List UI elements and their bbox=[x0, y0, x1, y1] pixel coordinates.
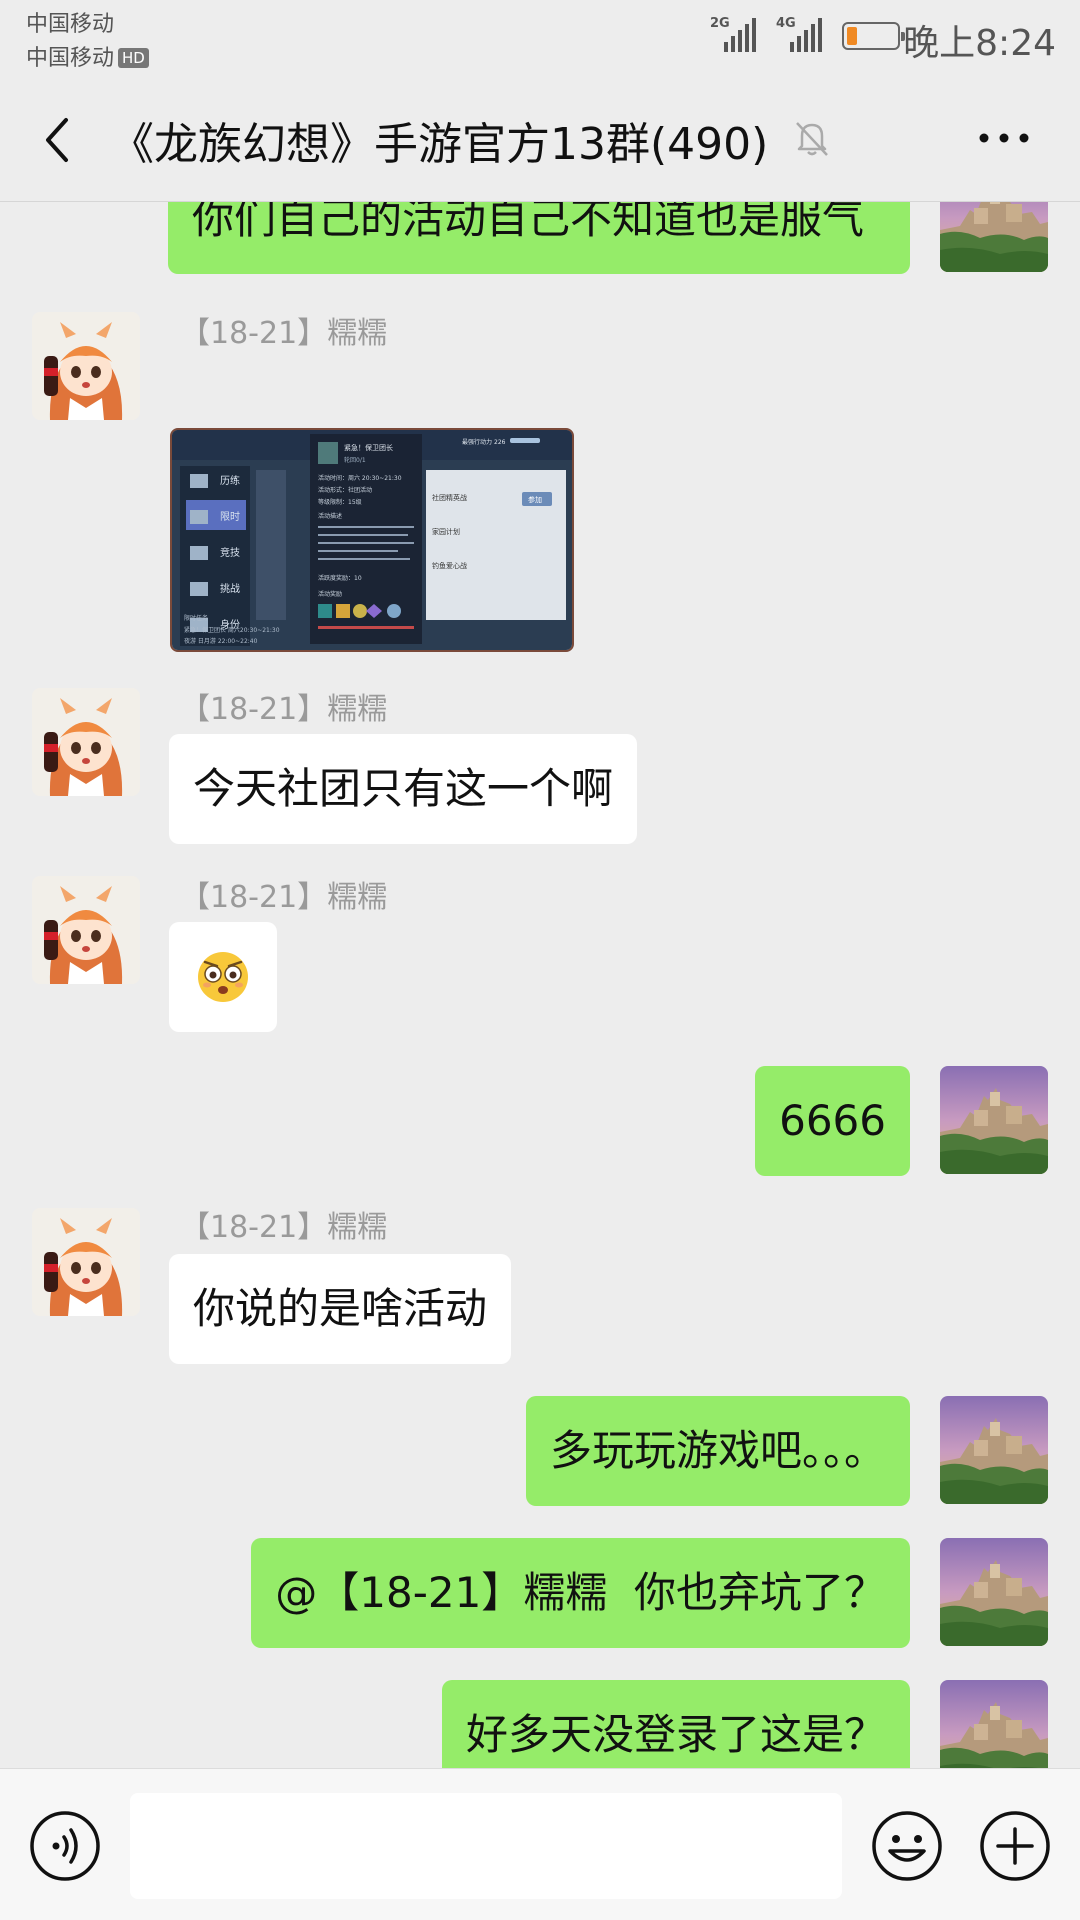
message-bubble-outgoing[interactable]: 好多天没登录了这是？ bbox=[441, 1680, 910, 1768]
game-menu-item: 限时 bbox=[220, 511, 240, 523]
anime-girl-avatar-image bbox=[32, 876, 140, 984]
game-join-button: 参加 bbox=[528, 495, 542, 504]
status-bar: 中国移动 中国移动 HD 2G 4G 晚上8:24 bbox=[0, 0, 1080, 80]
game-event-name: 社团精英战 bbox=[432, 493, 467, 502]
game-popup-row: 活动描述 bbox=[318, 512, 342, 520]
avatar[interactable] bbox=[940, 1396, 1048, 1504]
chat-title: 《龙族幻想》手游官方13群(490) bbox=[110, 119, 769, 170]
message-text: 你说的是啥活动 bbox=[193, 1284, 488, 1333]
carrier-label-1: 中国移动 bbox=[26, 12, 115, 37]
game-bottom-line: 限时任务 bbox=[184, 614, 208, 622]
landscape-avatar-image bbox=[940, 1538, 1048, 1646]
message-bubble-outgoing[interactable]: @【18-21】糯糯 你也弃坑了？ bbox=[251, 1538, 910, 1648]
more-button[interactable] bbox=[972, 116, 1036, 160]
carrier-label-2: 中国移动 HD bbox=[26, 40, 149, 72]
game-popup-row: 活动时间：周六 20:30~21:30 bbox=[318, 474, 402, 482]
battery-level bbox=[847, 27, 857, 45]
plus-icon bbox=[980, 1811, 1050, 1881]
landscape-avatar-image bbox=[940, 202, 1048, 272]
input-bar bbox=[0, 1768, 1080, 1920]
back-button[interactable] bbox=[30, 110, 90, 170]
message-bubble-incoming[interactable]: 你说的是啥活动 bbox=[169, 1254, 512, 1364]
message-text: @【18-21】糯糯 你也弃坑了？ bbox=[275, 1568, 886, 1617]
game-popup-row: 活动形式：社团活动 bbox=[318, 486, 372, 494]
clock: 晚上8:24 bbox=[903, 23, 1056, 64]
voice-button[interactable] bbox=[28, 1809, 102, 1883]
landscape-avatar-image bbox=[940, 1680, 1048, 1768]
plus-button[interactable] bbox=[978, 1809, 1052, 1883]
image-message[interactable]: 历练 限时 竞技 挑战 身份 社团精英战 家园计划 钓鱼爱心战 参加 紧急！保卫… bbox=[170, 428, 574, 652]
game-event-name: 钓鱼爱心战 bbox=[432, 561, 467, 570]
sender-name: 【18-21】糯糯 bbox=[180, 1210, 388, 1245]
voice-icon bbox=[30, 1811, 100, 1881]
signal-icon: 4G bbox=[776, 16, 822, 52]
emoji-button[interactable] bbox=[870, 1809, 944, 1883]
message-bubble-outgoing[interactable]: 你们自己的活动自己不知道也是服气 bbox=[168, 202, 910, 274]
chat-header: 《龙族幻想》手游官方13群(490) bbox=[0, 80, 1080, 202]
message-bubble-outgoing[interactable]: 6666 bbox=[755, 1066, 910, 1176]
game-top-label: 最强行动力 bbox=[462, 438, 492, 446]
avatar[interactable] bbox=[940, 1066, 1048, 1174]
game-popup-row: 活动奖励 bbox=[318, 590, 342, 598]
avatar[interactable] bbox=[32, 312, 140, 420]
game-popup-row: 等级限制：15级 bbox=[318, 498, 362, 506]
emoji-icon bbox=[872, 1811, 942, 1881]
avatar[interactable] bbox=[32, 1208, 140, 1316]
message-list[interactable]: 你们自己的活动自己不知道也是服气 【18-21】糯糯 历练 限时 竞技 挑战 身… bbox=[0, 202, 1080, 1768]
avatar[interactable] bbox=[940, 1680, 1048, 1768]
battery-icon bbox=[842, 22, 905, 50]
avatar[interactable] bbox=[32, 876, 140, 984]
game-screenshot-image: 历练 限时 竞技 挑战 身份 社团精英战 家园计划 钓鱼爱心战 参加 紧急！保卫… bbox=[172, 430, 572, 650]
anime-girl-avatar-image bbox=[32, 688, 140, 796]
message-text: 今天社团只有这一个啊 bbox=[193, 764, 614, 813]
avatar[interactable] bbox=[32, 688, 140, 796]
game-menu-item: 挑战 bbox=[220, 582, 240, 595]
avatar[interactable] bbox=[940, 1538, 1048, 1646]
flushed-face-emoji-icon bbox=[198, 952, 248, 1002]
carrier-2-name: 中国移动 bbox=[26, 46, 115, 71]
hd-badge: HD bbox=[118, 48, 149, 68]
anime-girl-avatar-image bbox=[32, 312, 140, 420]
game-bottom-line: 夜游 日月游 22:00~22:40 bbox=[184, 637, 258, 645]
message-bubble-outgoing[interactable]: 多玩玩游戏吧。。。 bbox=[525, 1396, 910, 1506]
mute-bell-icon bbox=[790, 116, 834, 160]
message-bubble-incoming[interactable] bbox=[169, 922, 277, 1032]
landscape-avatar-image bbox=[940, 1066, 1048, 1174]
sender-name: 【18-21】糯糯 bbox=[180, 880, 388, 915]
game-menu-item: 历练 bbox=[220, 474, 240, 487]
signal-icon: 2G bbox=[710, 16, 756, 52]
avatar[interactable] bbox=[940, 202, 1048, 272]
message-text: 好多天没登录了这是？ bbox=[465, 1710, 886, 1759]
message-text: 6666 bbox=[779, 1096, 886, 1145]
message-bubble-incoming[interactable]: 今天社团只有这一个啊 bbox=[169, 734, 638, 844]
game-top-value: 226 bbox=[494, 439, 506, 446]
back-arrow-icon bbox=[46, 118, 68, 162]
game-event-name: 家园计划 bbox=[432, 527, 460, 536]
game-menu-item: 竞技 bbox=[220, 546, 240, 559]
game-popup-title: 紧急！保卫团长 bbox=[344, 443, 393, 452]
game-bottom-line: 紧急！保卫团长 周六20:30~21:30 bbox=[184, 626, 280, 634]
more-dots-icon bbox=[979, 133, 1029, 143]
sender-name: 【18-21】糯糯 bbox=[180, 316, 388, 351]
game-popup-row: 活跃度奖励：10 bbox=[318, 574, 362, 582]
landscape-avatar-image bbox=[940, 1396, 1048, 1504]
game-popup-subtitle: 轮回0/1 bbox=[344, 456, 366, 464]
sender-name: 【18-21】糯糯 bbox=[180, 692, 388, 727]
message-text: 多玩玩游戏吧。。。 bbox=[549, 1426, 886, 1475]
message-text: 你们自己的活动自己不知道也是服气 bbox=[192, 202, 865, 243]
anime-girl-avatar-image bbox=[32, 1208, 140, 1316]
message-input[interactable] bbox=[130, 1793, 842, 1899]
